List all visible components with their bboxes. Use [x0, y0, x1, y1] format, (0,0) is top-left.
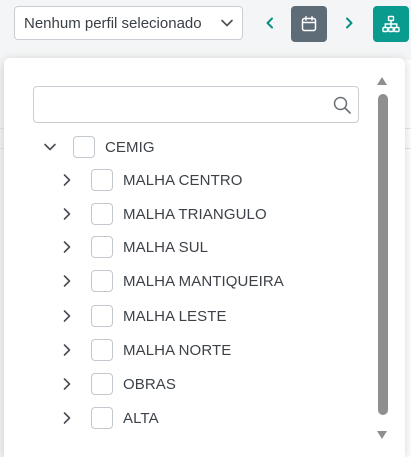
chevron-right-icon: [63, 174, 71, 186]
expand-toggle[interactable]: [59, 308, 75, 324]
search-icon: [333, 96, 351, 114]
expand-toggle[interactable]: [59, 239, 75, 255]
expand-toggle[interactable]: [59, 206, 75, 222]
tree-checkbox[interactable]: [91, 305, 113, 327]
tree-node-label: CEMIG: [105, 138, 155, 156]
tree-checkbox[interactable]: [91, 203, 113, 225]
tree-checkbox[interactable]: [91, 407, 113, 429]
tree-node-label: MALHA TRIANGULO: [123, 205, 267, 223]
chevron-down-icon: [44, 143, 56, 151]
background-content: [405, 60, 411, 457]
tree-node-label: OBRAS: [123, 375, 177, 393]
tree-node-label: MALHA MANTIQUEIRA: [123, 272, 284, 290]
tree-node-malha-sul: MALHA SUL: [59, 232, 208, 262]
tree-node-label: MALHA LESTE: [123, 307, 227, 325]
tree-checkbox[interactable]: [91, 169, 113, 191]
chevron-right-icon: [63, 275, 71, 287]
chevron-down-icon: [221, 19, 233, 27]
triangle-up-icon: [377, 77, 387, 85]
chevron-left-icon: [266, 17, 273, 29]
scrollbar-thumb[interactable]: [378, 94, 388, 415]
tree-node-malha-norte: MALHA NORTE: [59, 335, 231, 365]
tree-node-malha-mantiqueira: MALHA MANTIQUEIRA: [59, 266, 284, 296]
profile-select-value: Nenhum perfil selecionado: [24, 14, 202, 32]
next-period-button[interactable]: [340, 12, 358, 34]
tree-checkbox[interactable]: [91, 270, 113, 292]
search-input[interactable]: [34, 87, 324, 122]
tree-node-malha-triangulo: MALHA TRIANGULO: [59, 199, 267, 229]
chevron-right-icon: [63, 208, 71, 220]
toolbar: Nenhum perfil selecionado: [0, 0, 411, 56]
tree-node-label: ALTA: [123, 409, 159, 427]
expand-toggle[interactable]: [59, 342, 75, 358]
chevron-right-icon: [63, 241, 71, 253]
triangle-down-icon: [377, 431, 387, 439]
tree-checkbox[interactable]: [91, 236, 113, 258]
tree-node-cemig: CEMIG: [42, 132, 155, 162]
tree-node-label: MALHA CENTRO: [123, 171, 243, 189]
expand-toggle[interactable]: [42, 139, 58, 155]
search-field[interactable]: [33, 86, 359, 123]
tree-checkbox[interactable]: [91, 339, 113, 361]
expand-toggle[interactable]: [59, 410, 75, 426]
tree-node-obras: OBRAS: [59, 369, 176, 399]
calendar-icon: [301, 16, 317, 32]
chevron-right-icon: [63, 412, 71, 424]
expand-toggle[interactable]: [59, 376, 75, 392]
tree-node-alta: ALTA: [59, 403, 159, 433]
chevron-right-icon: [63, 310, 71, 322]
hierarchy-icon: [382, 15, 400, 33]
profile-select[interactable]: Nenhum perfil selecionado: [14, 6, 243, 40]
calendar-button[interactable]: [291, 6, 327, 42]
chevron-right-icon: [346, 17, 353, 29]
hierarchy-dropdown: CEMIG MALHA CENTRO MALHA TRIANGULO MALHA…: [4, 58, 405, 457]
page: Nenhum perfil selecionado CEMIG MALHA CE…: [0, 0, 411, 457]
tree-node-malha-leste: MALHA LESTE: [59, 301, 227, 331]
tree-node-malha-centro: MALHA CENTRO: [59, 165, 243, 195]
previous-period-button[interactable]: [261, 12, 279, 34]
tree-node-label: MALHA NORTE: [123, 341, 232, 359]
chevron-right-icon: [63, 344, 71, 356]
expand-toggle[interactable]: [59, 273, 75, 289]
tree-checkbox[interactable]: [91, 373, 113, 395]
scroll-down-button[interactable]: [374, 429, 390, 441]
tree-node-label: MALHA SUL: [123, 238, 209, 256]
chevron-right-icon: [63, 378, 71, 390]
tree-checkbox[interactable]: [73, 136, 95, 158]
hierarchy-button[interactable]: [373, 6, 409, 42]
expand-toggle[interactable]: [59, 172, 75, 188]
scroll-up-button[interactable]: [374, 75, 390, 87]
